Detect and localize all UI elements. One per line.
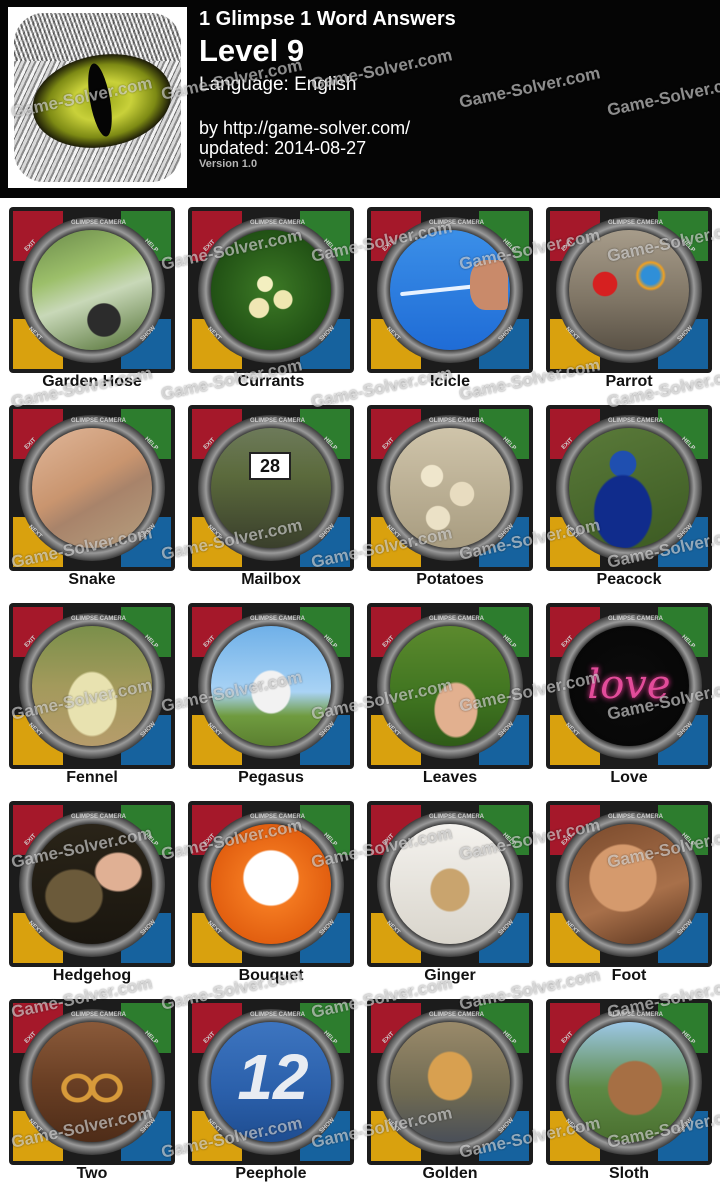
glimpse-camera-frame: GLIMPSE CAMERA EXIT HELP NEXT SHOW [9,207,175,373]
answer-label: Sloth [609,1165,649,1182]
lens-label-top: GLIMPSE CAMERA [71,814,127,820]
answer-label: Mailbox [241,571,301,588]
version-text: Version 1.0 [199,158,258,170]
lens-label-top: GLIMPSE CAMERA [608,418,664,424]
answer-label: Potatoes [416,571,484,588]
lens-label-top: GLIMPSE CAMERA [71,1012,127,1018]
answer-label: Leaves [422,769,478,786]
lens-label-top: GLIMPSE CAMERA [250,418,306,424]
peephole-number: 12 [237,1041,309,1113]
source-link[interactable]: by http://game-solver.com/ [199,118,410,139]
answer-label: Pegasus [238,769,304,786]
page-title: 1 Glimpse 1 Word Answers [199,8,456,30]
updated-date: updated: 2014-08-27 [199,138,367,158]
lens-label-top: GLIMPSE CAMERA [71,220,127,226]
answer-label: Snake [68,571,116,588]
lens-label-top: GLIMPSE CAMERA [429,616,485,622]
lens-label-top: GLIMPSE CAMERA [250,616,306,622]
answer-label: Love [610,769,648,786]
lens-label-top: GLIMPSE CAMERA [71,418,127,424]
lens-label-top: GLIMPSE CAMERA [608,814,664,820]
answer-label: Peephole [235,1165,307,1182]
photo-garden-hose [32,230,152,350]
lens-label-top: GLIMPSE CAMERA [429,814,485,820]
lens-label-top: GLIMPSE CAMERA [429,418,485,424]
lens-label-top: GLIMPSE CAMERA [608,616,664,622]
answer-tile-garden-hose: GLIMPSE CAMERA EXIT HELP NEXT SHOW [9,207,175,373]
lens-label-top: GLIMPSE CAMERA [71,616,127,622]
answer-label: Golden [422,1165,478,1182]
lens-label-top: GLIMPSE CAMERA [250,1012,306,1018]
answer-label: Hedgehog [52,967,132,984]
mailbox-number: 28 [249,452,291,480]
answer-label: Peacock [596,571,662,588]
lens-label-top: GLIMPSE CAMERA [429,1012,485,1018]
answer-label: Fennel [66,769,118,786]
answer-label: Two [76,1165,108,1182]
lens-label-top: GLIMPSE CAMERA [608,220,664,226]
